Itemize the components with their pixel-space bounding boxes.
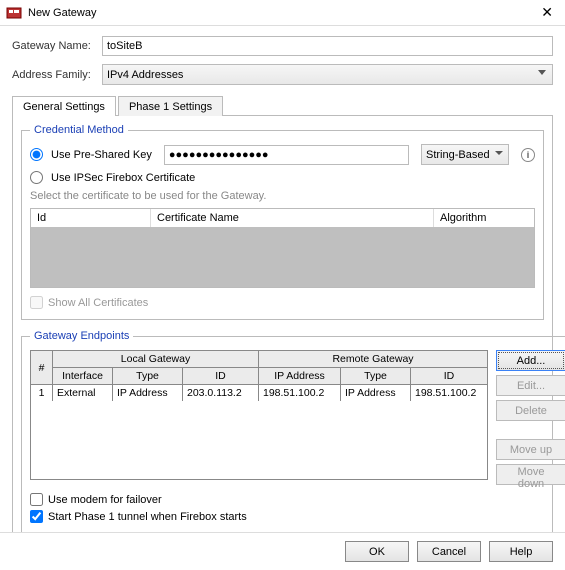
- col-remote-ip-header: IP Address: [259, 368, 341, 385]
- cert-table: Id Certificate Name Algorithm: [30, 208, 535, 288]
- cert-col-name: Certificate Name: [151, 209, 434, 227]
- close-icon[interactable]: ✕: [535, 4, 559, 21]
- table-row[interactable]: 1 External IP Address 203.0.113.2 198.51…: [31, 385, 487, 401]
- modem-failover-checkbox[interactable]: [30, 493, 43, 506]
- group-remote-header: Remote Gateway: [259, 351, 487, 368]
- move-down-button[interactable]: Move down: [496, 464, 565, 485]
- delete-button[interactable]: Delete: [496, 400, 565, 421]
- address-family-value: IPv4 Addresses: [107, 69, 183, 81]
- gateway-endpoints-fieldset: Gateway Endpoints # Local Gateway Remote…: [21, 330, 565, 534]
- help-button[interactable]: Help: [489, 541, 553, 562]
- gateway-name-input[interactable]: [102, 36, 553, 56]
- cell-remote-ip: 198.51.100.2: [259, 385, 341, 401]
- col-num-header: #: [31, 351, 53, 385]
- psk-input[interactable]: [164, 145, 409, 165]
- psk-mode-select[interactable]: String-Based: [421, 144, 509, 165]
- titlebar: New Gateway ✕: [0, 0, 565, 26]
- info-icon[interactable]: i: [521, 148, 535, 162]
- gateway-endpoints-legend: Gateway Endpoints: [30, 330, 133, 342]
- window-title: New Gateway: [28, 7, 535, 19]
- chevron-down-icon: [495, 151, 503, 155]
- use-psk-label: Use Pre-Shared Key: [51, 149, 152, 161]
- show-all-certs-label: Show All Certificates: [48, 297, 148, 309]
- address-family-select[interactable]: IPv4 Addresses: [102, 64, 553, 85]
- move-up-button[interactable]: Move up: [496, 439, 565, 460]
- credential-method-legend: Credential Method: [30, 124, 128, 136]
- add-button[interactable]: Add...: [496, 350, 565, 371]
- use-cert-radio[interactable]: [30, 171, 43, 184]
- group-local-header: Local Gateway: [53, 351, 259, 368]
- col-local-id-header: ID: [183, 368, 259, 385]
- cell-local-id: 203.0.113.2: [183, 385, 259, 401]
- use-psk-radio[interactable]: [30, 148, 43, 161]
- tabs: General Settings Phase 1 Settings: [12, 95, 553, 116]
- ok-button[interactable]: OK: [345, 541, 409, 562]
- cert-col-id: Id: [31, 209, 151, 227]
- psk-mode-value: String-Based: [426, 149, 490, 161]
- cell-interface: External: [53, 385, 113, 401]
- edit-button[interactable]: Edit...: [496, 375, 565, 396]
- use-cert-label: Use IPSec Firebox Certificate: [51, 172, 195, 184]
- cell-remote-id: 198.51.100.2: [411, 385, 487, 401]
- cell-num: 1: [31, 385, 53, 401]
- start-phase1-checkbox[interactable]: [30, 510, 43, 523]
- gateway-name-label: Gateway Name:: [12, 40, 102, 52]
- cert-col-alg: Algorithm: [434, 209, 534, 227]
- col-remote-id-header: ID: [411, 368, 487, 385]
- app-icon: [6, 5, 22, 21]
- footer: OK Cancel Help: [0, 532, 565, 570]
- col-remote-type-header: Type: [341, 368, 411, 385]
- credential-method-fieldset: Credential Method Use Pre-Shared Key Str…: [21, 124, 544, 320]
- cell-remote-type: IP Address: [341, 385, 411, 401]
- start-phase1-label: Start Phase 1 tunnel when Firebox starts: [48, 511, 247, 523]
- cell-local-type: IP Address: [113, 385, 183, 401]
- show-all-certs-checkbox[interactable]: [30, 296, 43, 309]
- tab-general-settings[interactable]: General Settings: [12, 96, 116, 116]
- cancel-button[interactable]: Cancel: [417, 541, 481, 562]
- col-local-type-header: Type: [113, 368, 183, 385]
- cert-hint: Select the certificate to be used for th…: [30, 190, 535, 202]
- col-interface-header: Interface: [53, 368, 113, 385]
- chevron-down-icon: [538, 70, 546, 75]
- endpoints-table[interactable]: # Local Gateway Remote Gateway Interface…: [30, 350, 488, 480]
- modem-failover-label: Use modem for failover: [48, 494, 162, 506]
- address-family-label: Address Family:: [12, 69, 102, 81]
- tab-phase1-settings[interactable]: Phase 1 Settings: [118, 96, 223, 116]
